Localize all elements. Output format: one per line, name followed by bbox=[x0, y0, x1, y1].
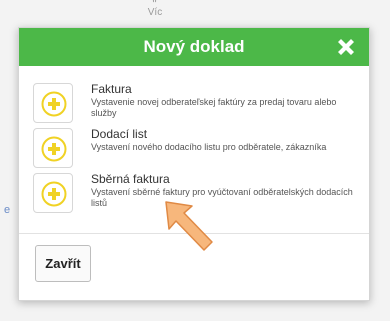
plus-circle-icon bbox=[41, 91, 67, 117]
pointer-arrow-icon bbox=[160, 196, 220, 258]
add-collective-invoice-button[interactable] bbox=[33, 173, 73, 213]
new-document-dialog: Nový doklad Faktura Vystavenie novej odb… bbox=[18, 27, 370, 301]
doc-type-faktura[interactable]: Faktura Vystavenie novej odberateľskej f… bbox=[33, 82, 353, 125]
item-title[interactable]: Dodací list bbox=[91, 127, 147, 141]
plus-circle-icon bbox=[41, 181, 67, 207]
item-description: Vystavenie novej odberateľskej faktúry z… bbox=[91, 97, 337, 118]
item-description: Vystavení sběrné faktury pro vyúčtovaní … bbox=[91, 187, 353, 208]
close-x-icon[interactable] bbox=[335, 36, 357, 58]
add-invoice-button[interactable] bbox=[33, 83, 73, 123]
more-link[interactable]: " Víc bbox=[140, 0, 170, 18]
dialog-title: Nový doklad bbox=[143, 37, 245, 56]
item-title[interactable]: Sběrná faktura bbox=[91, 172, 170, 186]
add-delivery-note-button[interactable] bbox=[33, 128, 73, 168]
more-label: Víc bbox=[147, 7, 163, 18]
item-title[interactable]: Faktura bbox=[91, 82, 132, 96]
dialog-header: Nový doklad bbox=[19, 28, 369, 66]
plus-circle-icon bbox=[41, 136, 67, 162]
background-text-fragment: e bbox=[4, 204, 11, 216]
close-button[interactable]: Zavřít bbox=[35, 245, 91, 282]
doc-type-delivery-note[interactable]: Dodací list Vystavení nového dodacího li… bbox=[33, 127, 353, 170]
item-description: Vystavení nového dodacího listu pro odbě… bbox=[91, 142, 327, 152]
